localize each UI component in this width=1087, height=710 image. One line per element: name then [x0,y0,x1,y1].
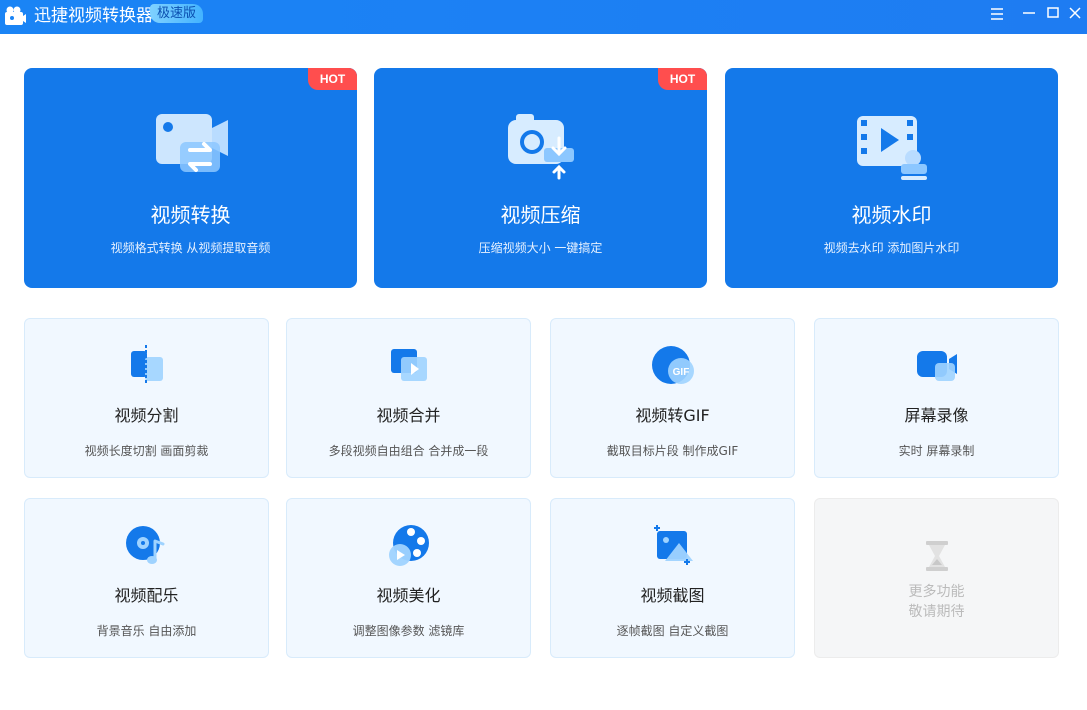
video-compress-icon [508,114,574,180]
card-description: 背景音乐 自由添加 [96,624,197,638]
card-description: 压缩视频大小 一键搞定 [478,241,603,255]
card-description: 视频去水印 添加图片水印 [823,241,960,255]
card-description: 多段视频自由组合 合并成一段 [328,444,489,458]
video-beautify-icon [389,525,429,566]
card-title: 屏幕录像 [904,406,969,425]
more-features-card: 更多功能 敬请期待 [814,498,1059,658]
app-logo-icon [5,6,26,25]
video-split-card[interactable]: 视频分割 视频长度切割 画面剪裁 [24,318,269,478]
coming-soon-label: 敬请期待 [908,604,965,620]
card-title: 视频美化 [376,586,441,605]
video-convert-icon [156,114,228,172]
card-description: 视频格式转换 从视频提取音频 [110,241,271,255]
hot-badge: HOT [658,68,707,90]
video-music-icon [126,526,165,564]
video-watermark-card[interactable]: 视频水印 视频去水印 添加图片水印 [725,68,1058,288]
card-description: 逐帧截图 自定义截图 [616,624,729,638]
card-title: 视频分割 [114,406,179,425]
minimize-icon[interactable] [1018,4,1040,24]
more-features-label: 更多功能 [908,584,965,600]
video-to-gif-card[interactable]: GIF 视频转GIF 截取目标片段 制作成GIF [550,318,795,478]
card-title: 视频压缩 [500,203,581,227]
card-description: 实时 屏幕录制 [898,444,975,458]
app-title: 迅捷视频转换器 [34,6,153,26]
video-merge-icon [391,349,427,381]
hourglass-icon [926,541,948,571]
video-merge-card[interactable]: 视频合并 多段视频自由组合 合并成一段 [286,318,531,478]
video-split-icon [131,345,163,385]
video-music-card[interactable]: 视频配乐 背景音乐 自由添加 [24,498,269,658]
video-to-gif-icon: GIF [652,346,694,384]
title-bar: 迅捷视频转换器 极速版 [0,0,1087,34]
video-convert-card[interactable]: HOT 视频转换 视频格式转换 从视频提取音频 [24,68,357,288]
card-title: 视频截图 [640,586,705,605]
card-description: 视频长度切割 画面剪裁 [84,444,209,458]
video-watermark-icon [857,116,927,180]
hot-badge: HOT [308,68,357,90]
card-title: 视频转换 [150,203,231,227]
screen-record-icon [917,351,957,381]
edition-badge: 极速版 [150,4,204,23]
maximize-icon[interactable] [1042,4,1064,24]
card-title: 视频水印 [851,203,932,227]
video-screenshot-card[interactable]: 视频截图 逐帧截图 自定义截图 [550,498,795,658]
video-screenshot-icon [654,525,693,565]
screen-record-card[interactable]: 屏幕录像 实时 屏幕录制 [814,318,1059,478]
video-compress-card[interactable]: HOT 视频压缩 压缩视频大小 一键搞定 [374,68,707,288]
menu-icon[interactable] [986,4,1008,24]
close-icon[interactable] [1064,4,1086,24]
card-title: 视频转GIF [635,406,710,425]
svg-text:GIF: GIF [673,367,690,378]
card-title: 视频合并 [376,406,441,425]
card-description: 截取目标片段 制作成GIF [606,444,739,458]
video-beautify-card[interactable]: 视频美化 调整图像参数 滤镜库 [286,498,531,658]
card-title: 视频配乐 [114,586,179,605]
card-description: 调整图像参数 滤镜库 [352,624,465,638]
